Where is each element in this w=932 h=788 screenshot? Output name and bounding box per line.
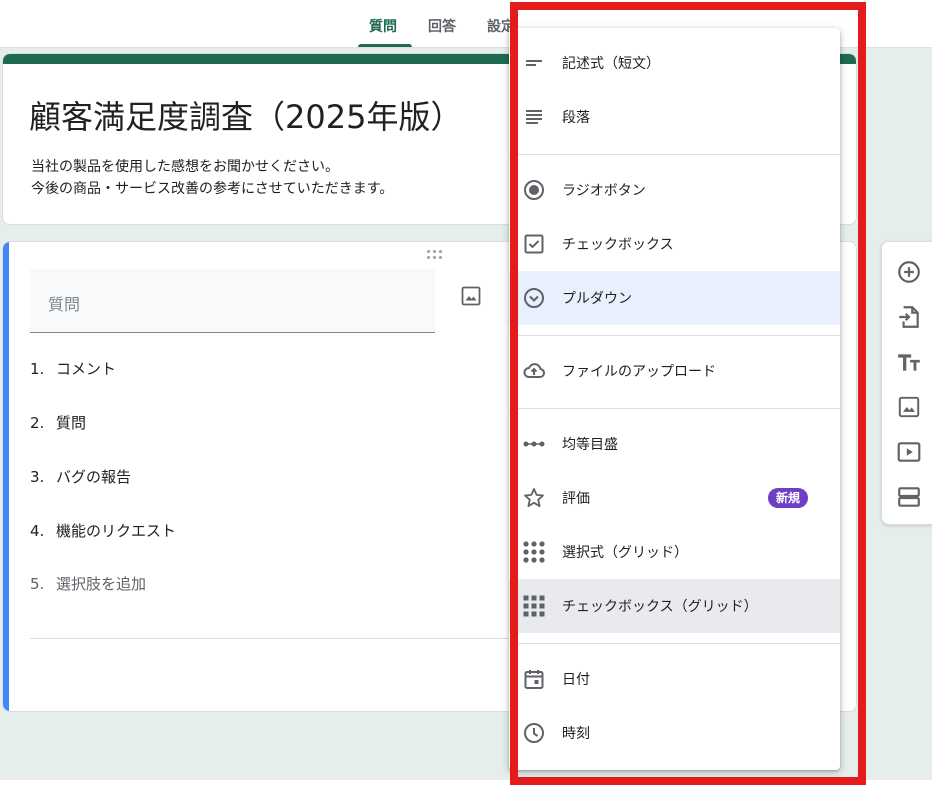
tab-responses[interactable]: 回答 <box>428 16 456 36</box>
menu-item-checkbox-grid[interactable]: チェックボックス（グリッド） <box>509 579 840 633</box>
menu-item-date[interactable]: 日付 <box>509 652 840 706</box>
clock-icon <box>524 723 544 743</box>
menu-item-checkbox[interactable]: チェックボックス <box>509 217 840 271</box>
menu-item-rating[interactable]: 評価 新規 <box>509 471 840 525</box>
add-question-icon[interactable] <box>896 259 922 285</box>
menu-item-linear-scale[interactable]: 均等目盛 <box>509 417 840 471</box>
checkbox-icon <box>524 234 544 254</box>
menu-item-dropdown[interactable]: プルダウン <box>509 271 840 325</box>
question-title-placeholder: 質問 <box>48 295 81 314</box>
menu-item-time[interactable]: 時刻 <box>509 706 840 760</box>
option-item[interactable]: 2. 質問 <box>30 412 86 433</box>
grid-dots-icon <box>523 541 545 563</box>
drag-handle-icon[interactable] <box>427 250 445 262</box>
add-title-icon[interactable] <box>896 349 922 375</box>
dropdown-icon <box>524 288 544 308</box>
menu-divider <box>509 408 840 409</box>
tab-questions[interactable]: 質問 <box>369 16 397 36</box>
question-title-input[interactable]: 質問 <box>30 269 435 333</box>
cloud-upload-icon <box>523 363 545 379</box>
paragraph-icon <box>526 110 542 124</box>
star-icon <box>524 488 544 507</box>
add-option-button[interactable]: 5. 選択肢を追加 <box>30 573 146 594</box>
menu-divider <box>509 643 840 644</box>
page-footer-strip <box>0 780 932 788</box>
short-answer-icon <box>526 60 542 66</box>
radio-button-icon <box>524 180 544 200</box>
active-question-indicator <box>3 242 9 711</box>
question-type-menu: 記述式（短文） 段落 ラジオボタン チェックボックス プルダウン ファイルのアッ… <box>509 28 840 770</box>
form-description[interactable]: 当社の製品を使用した感想をお聞かせください。 今後の商品・サービス改善の参考にさ… <box>31 156 393 200</box>
form-title[interactable]: 顧客満足度調査（2025年版） <box>29 92 462 138</box>
option-item[interactable]: 1. コメント <box>30 358 116 379</box>
menu-divider <box>509 335 840 336</box>
add-video-icon[interactable] <box>896 439 922 465</box>
add-image-icon[interactable] <box>459 284 483 308</box>
add-section-icon[interactable] <box>896 484 922 510</box>
linear-scale-icon <box>523 441 545 447</box>
add-image-icon[interactable] <box>896 394 922 420</box>
active-tab-indicator <box>358 44 412 47</box>
menu-item-file-upload[interactable]: ファイルのアップロード <box>509 344 840 398</box>
calendar-icon <box>524 670 544 689</box>
menu-divider <box>509 154 840 155</box>
option-item[interactable]: 4. 機能のリクエスト <box>30 520 176 541</box>
menu-item-paragraph[interactable]: 段落 <box>509 90 840 144</box>
form-description-line-1: 当社の製品を使用した感想をお聞かせください。 <box>31 159 339 175</box>
grid-squares-icon <box>523 595 545 617</box>
menu-item-short-answer[interactable]: 記述式（短文） <box>509 36 840 90</box>
menu-item-radio[interactable]: ラジオボタン <box>509 163 840 217</box>
import-questions-icon[interactable] <box>896 304 922 330</box>
option-item[interactable]: 3. バグの報告 <box>30 466 131 487</box>
new-badge: 新規 <box>768 488 809 508</box>
form-description-line-2: 今後の商品・サービス改善の参考にさせていただきます。 <box>31 181 394 197</box>
floating-toolbar <box>881 241 932 525</box>
menu-item-multiple-choice-grid[interactable]: 選択式（グリッド） <box>509 525 840 579</box>
